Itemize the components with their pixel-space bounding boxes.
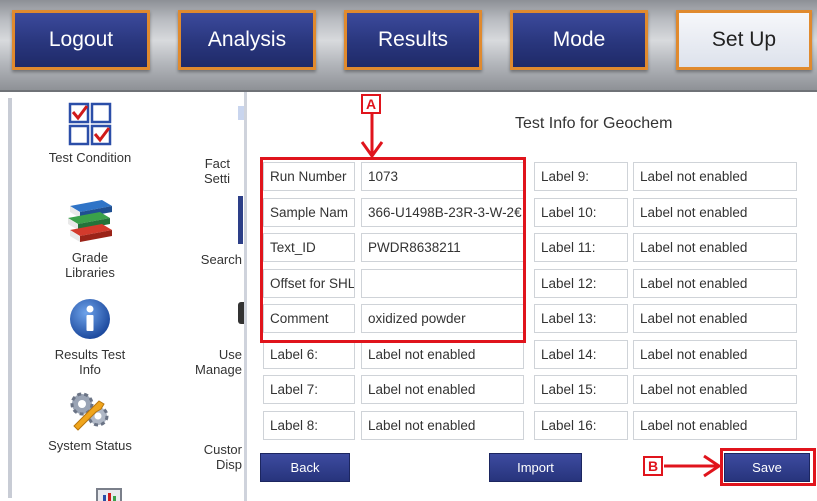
sidebar-item-label: Fact Setti: [203, 156, 230, 186]
label-14-field[interactable]: Label not enabled: [633, 340, 797, 369]
label-8-field[interactable]: Label not enabled: [361, 411, 524, 440]
sidebar-item-label: System Status: [48, 438, 132, 453]
sidebar-item-label: Custor Disp: [203, 442, 242, 472]
label-15-field[interactable]: Label not enabled: [633, 375, 797, 404]
field-label: Label 16:: [534, 411, 628, 440]
annotation-tag-a: A: [361, 94, 381, 114]
sidebar-item-label: Test Condition: [48, 150, 132, 165]
annotation-box-a: [260, 157, 526, 343]
label-7-field[interactable]: Label not enabled: [361, 375, 524, 404]
sidebar-item-factory-settings[interactable]: Fact Setti: [190, 156, 244, 186]
label-16-field[interactable]: Label not enabled: [633, 411, 797, 440]
results-button[interactable]: Results: [344, 10, 482, 70]
analysis-button[interactable]: Analysis: [178, 10, 316, 70]
label-10-field[interactable]: Label not enabled: [633, 198, 797, 227]
field-label: Label 10:: [534, 198, 628, 227]
partial-icon: [238, 302, 244, 324]
field-label: Label 14:: [534, 340, 628, 369]
back-button[interactable]: Back: [260, 453, 350, 482]
label-12-field[interactable]: Label not enabled: [633, 269, 797, 298]
mode-button[interactable]: Mode: [510, 10, 648, 70]
sidebar-item-grade-libraries[interactable]: Grade Libraries: [40, 196, 140, 280]
sidebar-item-user-manager[interactable]: Use Manage: [190, 347, 244, 377]
label-11-field[interactable]: Label not enabled: [633, 233, 797, 262]
sidebar-item-label: Use Manage: [195, 347, 242, 377]
arrow-down-icon: [360, 114, 384, 158]
field-label: Label 11:: [534, 233, 628, 262]
sidebar-item-test-condition[interactable]: Test Condition: [30, 102, 150, 165]
label-13-field[interactable]: Label not enabled: [633, 304, 797, 333]
field-label: Label 9:: [534, 162, 628, 191]
panel-title: Test Info for Geochem: [515, 115, 673, 132]
info-icon: [70, 299, 110, 339]
logout-button[interactable]: Logout: [12, 10, 150, 70]
sidebar-item-results-test-info[interactable]: Results Test Info: [35, 297, 145, 377]
field-label: Label 15:: [534, 375, 628, 404]
sidebar-item-label: Results Test Info: [54, 347, 126, 377]
sidebar-item-label: Grade Libraries: [65, 250, 115, 280]
sidebar-item-label: Search: [200, 252, 242, 267]
partial-icon: [238, 106, 244, 120]
checkbox-grid-icon: [68, 102, 112, 146]
field-label: Label 7:: [263, 375, 355, 404]
top-navigation-bar: Logout Analysis Results Mode Set Up: [0, 0, 817, 92]
label-6-field[interactable]: Label not enabled: [361, 340, 524, 369]
annotation-box-b: [720, 448, 816, 486]
annotation-tag-b: B: [643, 456, 663, 476]
gears-wrench-icon: [70, 392, 109, 431]
books-icon: [68, 200, 112, 242]
field-label: Label 12:: [534, 269, 628, 298]
chart-icon: [96, 488, 122, 501]
field-label: Label 13:: [534, 304, 628, 333]
sidebar-item-search[interactable]: Search: [190, 252, 244, 267]
field-label: Label 8:: [263, 411, 355, 440]
sidebar-item-custom-display[interactable]: Custor Disp: [190, 442, 244, 472]
sidebar: Test Condition Grade Libraries Results T…: [0, 92, 247, 501]
import-button[interactable]: Import: [489, 453, 582, 482]
arrow-right-icon: [664, 454, 722, 478]
partial-icon: [238, 196, 243, 244]
sidebar-item-system-status[interactable]: System Status: [35, 388, 145, 453]
field-label: Label 6:: [263, 340, 355, 369]
setup-button[interactable]: Set Up: [676, 10, 812, 70]
label-9-field[interactable]: Label not enabled: [633, 162, 797, 191]
sidebar-divider: [8, 98, 12, 498]
